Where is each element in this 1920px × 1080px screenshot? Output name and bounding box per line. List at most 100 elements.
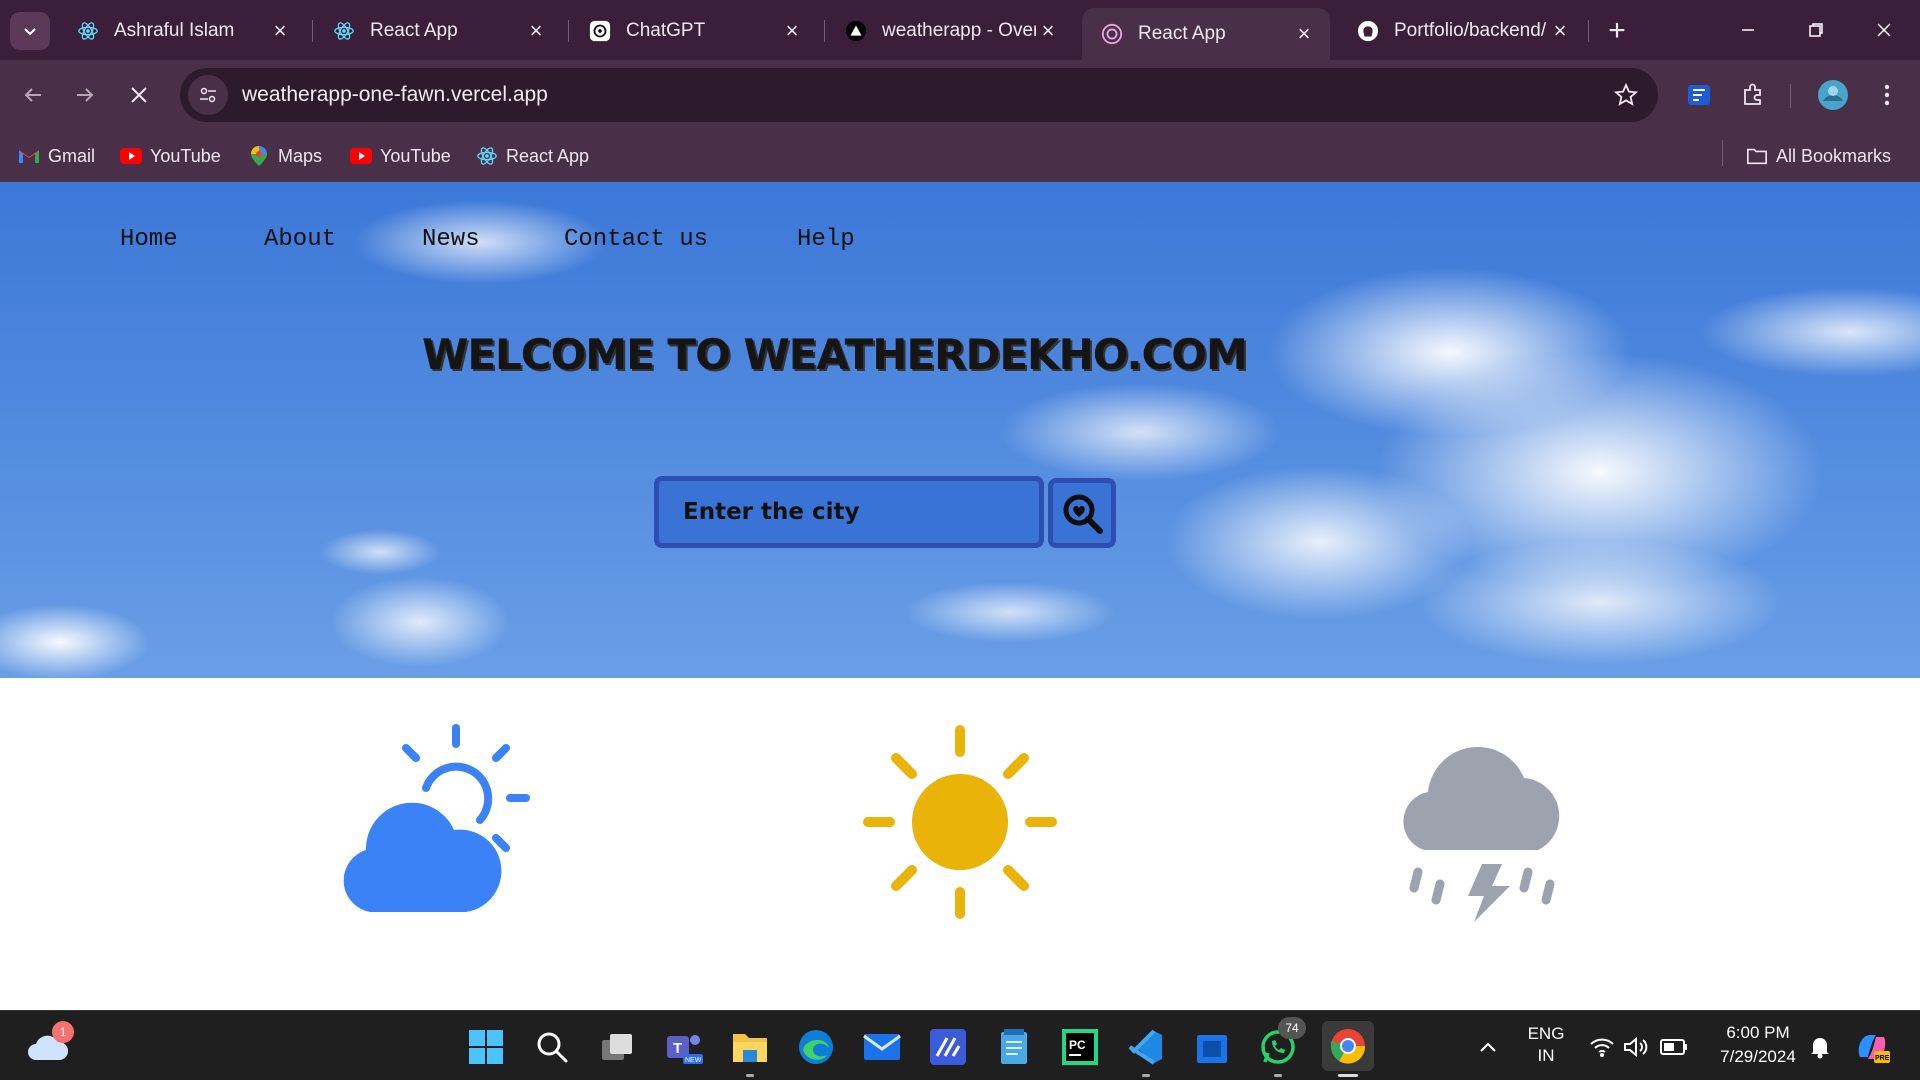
tab-title: React App xyxy=(370,20,458,41)
store-app[interactable] xyxy=(1190,1025,1234,1069)
ai-app-icon xyxy=(930,1029,966,1065)
store-icon xyxy=(1197,1035,1227,1063)
all-bookmarks-button[interactable]: All Bookmarks xyxy=(1746,142,1891,170)
teams-app[interactable]: T NEW xyxy=(662,1025,706,1069)
tab-strip: Ashraful Islam × React App × ChatGPT × w… xyxy=(0,0,1920,60)
puzzle-icon xyxy=(1744,83,1761,105)
bookmark-react-app[interactable]: React App xyxy=(476,142,589,170)
tab-title: ChatGPT xyxy=(626,20,706,41)
notifications-button[interactable] xyxy=(1798,1025,1842,1069)
close-icon[interactable]: × xyxy=(1036,18,1060,43)
mail-app[interactable] xyxy=(860,1025,904,1069)
star-icon xyxy=(1614,83,1638,106)
close-window-button[interactable] xyxy=(1860,10,1908,50)
bookmark-maps[interactable]: Maps xyxy=(248,142,322,170)
taskbar-search-button[interactable] xyxy=(530,1025,574,1069)
nav-help[interactable]: Help xyxy=(797,226,855,253)
nav-contact-us[interactable]: Contact us xyxy=(564,226,708,253)
bookmark-gmail[interactable]: Gmail xyxy=(18,142,95,170)
site-settings-button[interactable] xyxy=(188,75,228,115)
youtube-icon xyxy=(350,145,372,167)
toolbar-separator xyxy=(1790,84,1791,108)
minimize-button[interactable] xyxy=(1724,10,1772,50)
avatar xyxy=(1818,80,1848,110)
search-button[interactable] xyxy=(1048,478,1116,548)
tab-react-app[interactable]: React App × xyxy=(314,8,562,54)
search-icon xyxy=(1063,494,1103,534)
restore-button[interactable] xyxy=(1792,10,1840,50)
browser-toolbar: weatherapp-one-fawn.vercel.app xyxy=(0,60,1920,130)
extensions-button[interactable] xyxy=(1732,74,1774,116)
chrome-app[interactable] xyxy=(1322,1021,1374,1077)
tab-react-app-active[interactable]: React App × xyxy=(1082,8,1330,60)
tab-portfolio-backend[interactable]: Portfolio/backend/ × xyxy=(1338,8,1586,54)
active-indicator xyxy=(1338,1074,1358,1077)
windows-taskbar: 1 T NEW PC 74 ENG IN 6:00 PM 7/29/2024 P… xyxy=(0,1010,1920,1080)
thunderstorm-icon xyxy=(1403,746,1560,922)
nav-news[interactable]: News xyxy=(422,226,480,253)
address-bar[interactable]: weatherapp-one-fawn.vercel.app xyxy=(180,68,1658,122)
bookmark-youtube[interactable]: YouTube xyxy=(120,142,221,170)
search-icon xyxy=(537,1032,568,1063)
new-tab-button[interactable]: + xyxy=(1600,14,1634,48)
all-bookmarks-label: All Bookmarks xyxy=(1776,145,1892,166)
forward-button[interactable] xyxy=(64,74,106,116)
tab-chatgpt[interactable]: ChatGPT × xyxy=(570,8,818,54)
mail-icon xyxy=(863,1034,901,1060)
copilot-button[interactable]: PRE xyxy=(1850,1025,1894,1069)
tab-title: Portfolio/backend/ xyxy=(1394,20,1547,41)
tab-weatherapp[interactable]: weatherapp - Over × xyxy=(826,8,1074,54)
speaker-icon xyxy=(1624,1036,1648,1058)
bookmark-star-button[interactable] xyxy=(1606,75,1646,115)
pycharm-app[interactable]: PC xyxy=(1058,1025,1102,1069)
nav-home[interactable]: Home xyxy=(120,226,178,253)
bookmark-label: React App xyxy=(506,145,590,166)
city-search-input[interactable] xyxy=(683,499,1013,525)
vscode-app[interactable] xyxy=(1124,1025,1168,1077)
running-indicator xyxy=(1142,1074,1150,1077)
file-explorer-app[interactable] xyxy=(728,1025,772,1077)
back-button[interactable] xyxy=(12,74,54,116)
teams-icon: TNEW xyxy=(667,1035,703,1064)
more-vertical-icon xyxy=(1884,84,1890,106)
close-icon[interactable]: × xyxy=(1548,18,1572,43)
menu-button[interactable] xyxy=(1866,74,1908,116)
copilot-icon: PRE xyxy=(1858,1035,1890,1063)
search-box xyxy=(654,476,1044,548)
start-button[interactable] xyxy=(464,1025,508,1069)
ai-app[interactable] xyxy=(926,1025,970,1069)
weather-widget[interactable]: 1 xyxy=(26,1021,74,1069)
battery-icon xyxy=(1660,1039,1687,1055)
tab-search-button[interactable] xyxy=(10,12,50,50)
stop-loading-button[interactable] xyxy=(118,74,160,116)
profile-button[interactable] xyxy=(1812,74,1854,116)
task-view-button[interactable] xyxy=(596,1025,640,1069)
close-icon[interactable]: × xyxy=(524,18,548,43)
bookmarks-separator xyxy=(1722,140,1723,166)
react-icon xyxy=(1100,22,1124,46)
notification-badge: 74 xyxy=(1278,1017,1306,1039)
close-icon[interactable]: × xyxy=(780,18,804,43)
extension-button[interactable] xyxy=(1678,74,1720,116)
close-icon[interactable]: × xyxy=(268,18,292,43)
url-text[interactable]: weatherapp-one-fawn.vercel.app xyxy=(242,83,1606,107)
react-icon xyxy=(476,145,498,167)
arrow-left-icon xyxy=(24,88,41,102)
bell-icon xyxy=(1811,1038,1829,1059)
bookmark-youtube[interactable]: YouTube xyxy=(350,142,451,170)
tab-ashraful-islam[interactable]: Ashraful Islam × xyxy=(58,8,306,54)
input-language[interactable]: ENG IN xyxy=(1518,1023,1574,1067)
show-hidden-icons-button[interactable] xyxy=(1466,1025,1510,1069)
gmail-icon xyxy=(18,145,40,167)
task-view-icon xyxy=(602,1034,632,1060)
notepad-icon xyxy=(1001,1029,1027,1064)
battery-status[interactable] xyxy=(1652,1025,1696,1069)
vscode-icon xyxy=(1128,1029,1162,1065)
whatsapp-app[interactable]: 74 xyxy=(1256,1017,1306,1077)
nav-about[interactable]: About xyxy=(264,226,336,253)
region-code: IN xyxy=(1537,1046,1555,1065)
bookmark-label: Maps xyxy=(278,145,323,166)
edge-app[interactable] xyxy=(794,1025,838,1069)
close-icon[interactable]: × xyxy=(1292,21,1316,46)
notepad-app[interactable] xyxy=(992,1025,1036,1069)
